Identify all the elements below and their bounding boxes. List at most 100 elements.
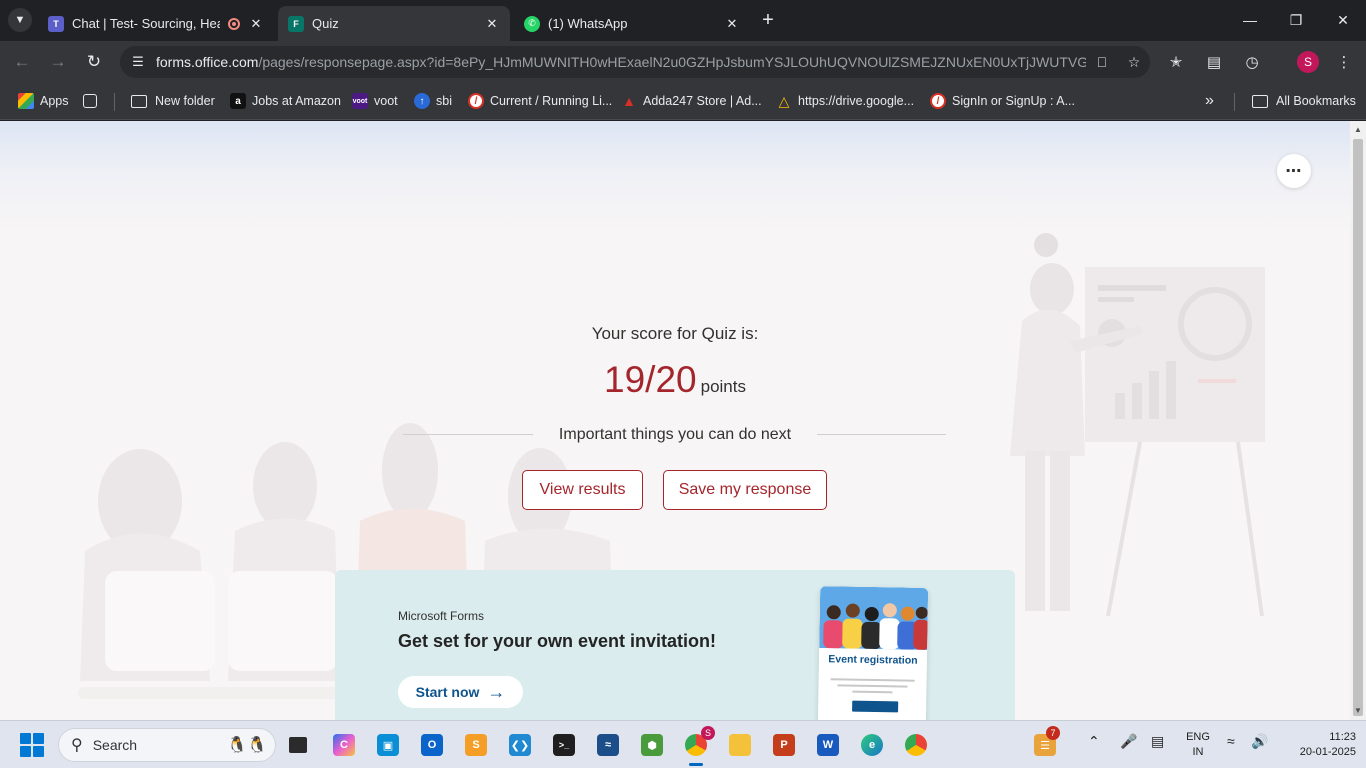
install-app-icon[interactable]: ⎕ — [1086, 54, 1118, 71]
address-bar[interactable]: ☰ forms.office.com/pages/responsepage.as… — [120, 46, 1150, 78]
history-icon[interactable]: ◷ — [1240, 50, 1264, 74]
back-arrow-icon[interactable]: ← — [10, 50, 34, 74]
voot-icon: voot — [352, 93, 368, 109]
word-icon[interactable]: W — [813, 730, 843, 760]
tab-title: Chat | Test- Sourcing, Head — [72, 16, 220, 31]
widget-badge: 7 — [1046, 726, 1060, 740]
folder-icon — [131, 94, 147, 108]
start-now-label: Start now — [415, 684, 480, 700]
network-tool-icon[interactable]: ≈ — [593, 730, 623, 760]
wifi-icon[interactable]: ≈ — [1227, 733, 1235, 749]
bookmark-signin[interactable]: / SignIn or SignUp : A... — [930, 91, 1075, 111]
bookmark-amazon-jobs[interactable]: a Jobs at Amazon — [230, 91, 341, 111]
reading-list-icon[interactable]: ▤ — [1202, 50, 1226, 74]
scroll-up-arrow-icon[interactable]: ▲ — [1350, 123, 1366, 137]
bookmark-current-running[interactable]: / Current / Running Li... — [468, 91, 612, 111]
search-highlight-penguins-icon: 🐧🐧 — [227, 737, 267, 754]
tab-search-chevron-icon[interactable]: ▼ — [8, 8, 32, 32]
bookmark-google-drive[interactable]: △ https://drive.google... — [776, 91, 914, 111]
language-indicator[interactable]: ENG IN — [1184, 730, 1212, 760]
bookmark-grid[interactable] — [83, 91, 103, 111]
search-placeholder: Search — [92, 737, 138, 753]
more-bookmarks-chevron-icon[interactable]: » — [1205, 91, 1214, 111]
card-text-line — [830, 678, 915, 682]
page-scrollbar[interactable]: ▲ ▼ — [1350, 121, 1366, 720]
language-code: ENG — [1186, 731, 1210, 743]
chrome-profile-s-icon[interactable]: S — [681, 726, 715, 766]
more-options-icon[interactable]: ⋯ — [1277, 154, 1311, 188]
reload-icon[interactable]: ↻ — [82, 50, 106, 74]
chrome-icon[interactable] — [901, 730, 931, 760]
site-info-icon[interactable]: ☰ — [120, 54, 156, 70]
remote-desktop-icon[interactable]: ▣ — [373, 730, 403, 760]
bookmark-sbi[interactable]: ↑ sbi — [414, 91, 452, 111]
whatsapp-icon: ✆ — [524, 15, 540, 32]
sublime-text-icon[interactable]: S — [461, 730, 491, 760]
task-view-icon[interactable] — [283, 730, 313, 760]
microphone-icon[interactable]: 🎤 — [1120, 733, 1137, 750]
vscode-icon[interactable]: ❮❯ — [505, 730, 535, 760]
bookmark-all[interactable]: All Bookmarks — [1252, 91, 1356, 111]
windows-taskbar: ⚲ Search 🐧🐧 C ▣ O S ❮❯ >_ ≈ ⬢ S P W e ☰ … — [0, 720, 1366, 768]
divider-left — [403, 434, 533, 435]
clock-date: 20-01-2025 — [1299, 746, 1356, 758]
chrome-profile-badge: S — [701, 726, 715, 740]
edge-icon[interactable]: e — [857, 730, 887, 760]
show-hidden-icons-chevron-icon[interactable]: ⌃ — [1088, 733, 1100, 750]
search-icon: ⚲ — [71, 737, 83, 754]
tab-title: (1) WhatsApp — [548, 16, 628, 31]
system-clock[interactable]: 11:23 20-01-2025 — [1276, 730, 1356, 760]
bookmark-voot[interactable]: voot voot — [352, 91, 398, 111]
windows-start-icon[interactable] — [20, 733, 44, 757]
minimize-icon[interactable]: — — [1238, 8, 1262, 32]
bookmark-adda247[interactable]: ▲ Adda247 Store | Ad... — [621, 91, 762, 111]
taskbar-search-box[interactable]: ⚲ Search 🐧🐧 — [58, 728, 276, 762]
tab-whatsapp[interactable]: ✆ (1) WhatsApp ✕ — [514, 6, 750, 41]
scroll-down-arrow-icon[interactable]: ▼ — [1350, 704, 1366, 718]
terminal-icon[interactable]: >_ — [549, 730, 579, 760]
bookmark-new-folder[interactable]: New folder — [131, 91, 215, 111]
forward-arrow-icon[interactable]: → — [46, 50, 70, 74]
bookmark-star-icon[interactable]: ☆ — [1118, 54, 1150, 71]
file-explorer-icon[interactable] — [725, 730, 755, 760]
recording-icon — [228, 17, 240, 30]
tab-quiz[interactable]: F Quiz ✕ — [278, 6, 510, 41]
bookmark-label: Adda247 Store | Ad... — [643, 94, 762, 108]
blocked-site-icon: / — [930, 93, 946, 109]
adda247-icon: ▲ — [622, 93, 636, 109]
view-results-button[interactable]: View results — [522, 470, 643, 510]
powerpoint-icon[interactable]: P — [769, 730, 799, 760]
close-tab-icon[interactable]: ✕ — [484, 16, 500, 32]
address-url[interactable]: forms.office.com/pages/responsepage.aspx… — [156, 54, 1086, 70]
favorites-icon[interactable]: ✭ — [1164, 50, 1188, 74]
weather-widget-icon[interactable]: ☰ 7 — [1030, 726, 1060, 760]
menu-kebab-icon[interactable]: ⋮ — [1332, 50, 1356, 74]
outlook-icon[interactable]: O — [417, 730, 447, 760]
volume-icon[interactable]: 🔊 — [1251, 733, 1268, 750]
copilot-icon[interactable]: C — [329, 730, 359, 760]
promo-title: Get set for your own event invitation! — [398, 631, 717, 651]
tab-teams-chat[interactable]: T Chat | Test- Sourcing, Head ✕ — [38, 6, 274, 41]
keyboard-layout-icon[interactable]: ▤ — [1151, 733, 1164, 750]
forms-icon: F — [288, 15, 304, 32]
bookmark-label: New folder — [155, 94, 215, 108]
node-icon[interactable]: ⬢ — [637, 730, 667, 760]
google-drive-icon: △ — [778, 92, 790, 109]
blocked-site-icon: / — [468, 93, 484, 109]
bookmark-apps[interactable]: Apps — [18, 91, 69, 111]
close-tab-icon[interactable]: ✕ — [248, 16, 264, 32]
bookmark-label: All Bookmarks — [1276, 94, 1356, 108]
event-people-illustration — [819, 586, 929, 650]
profile-avatar[interactable]: S — [1297, 51, 1319, 73]
restore-icon[interactable]: ❐ — [1284, 8, 1308, 32]
start-now-button[interactable]: Start now → — [398, 676, 523, 708]
grid-icon — [83, 94, 97, 108]
scroll-thumb[interactable] — [1353, 139, 1363, 716]
tab-strip: ▼ T Chat | Test- Sourcing, Head ✕ F Quiz… — [0, 0, 1366, 41]
close-tab-icon[interactable]: ✕ — [724, 16, 740, 32]
new-tab-plus-icon[interactable]: + — [758, 10, 778, 30]
region-code: IN — [1192, 746, 1204, 758]
close-window-icon[interactable]: ✕ — [1331, 8, 1355, 32]
bookmark-separator — [114, 93, 115, 111]
save-my-response-button[interactable]: Save my response — [663, 470, 827, 510]
